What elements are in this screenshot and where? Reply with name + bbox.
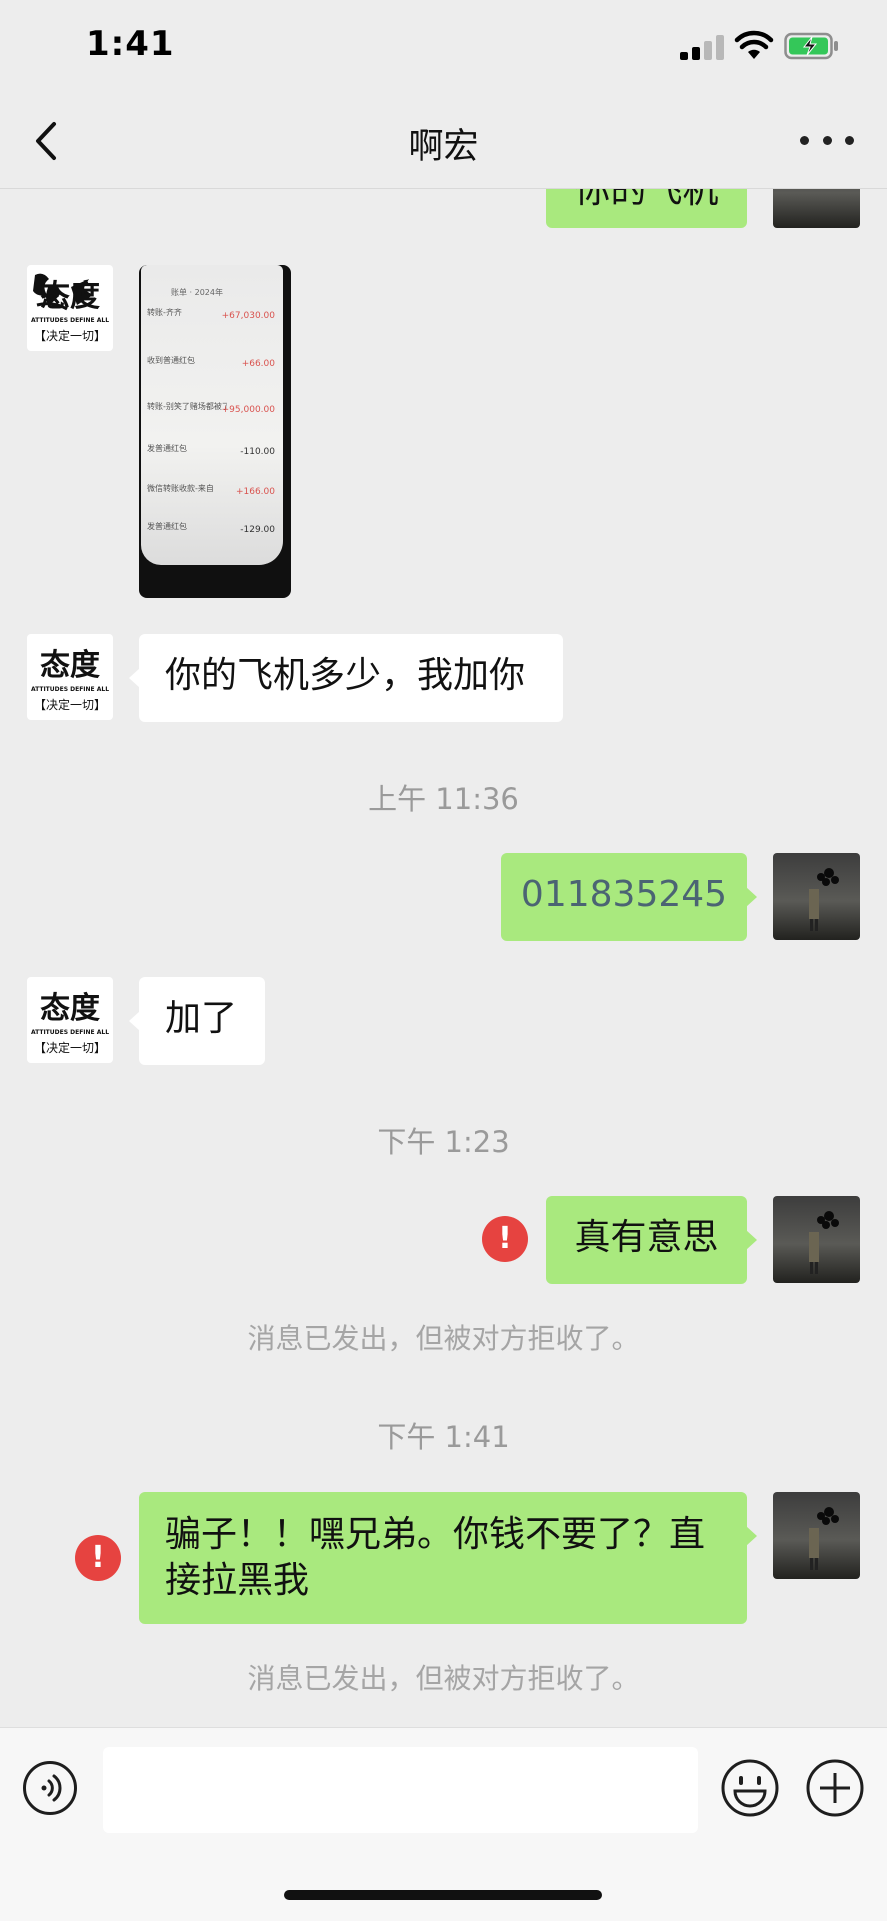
my-avatar[interactable] — [773, 853, 860, 940]
error-icon[interactable]: ! — [482, 1216, 528, 1262]
home-indicator — [284, 1890, 602, 1900]
photo-row: 发普通红包 -110.00 — [147, 443, 277, 475]
avatar-tagline-cn: 【决定一切】 — [33, 329, 106, 343]
photo-row: 微信转账收款-来自 +166.00 — [147, 483, 277, 515]
photo-row-amount: -129.00 — [240, 525, 275, 535]
photo-row-label: 转账-齐齐 — [147, 308, 182, 317]
contact-avatar[interactable]: 态度 ATTITUDES DEFINE ALL 【决定一切】 — [27, 977, 113, 1063]
timestamp: 下午 1:23 — [377, 1125, 510, 1159]
message-text: 真有意思 — [574, 1217, 719, 1258]
my-avatar[interactable] — [773, 1492, 860, 1579]
ellipsis-dot — [822, 135, 832, 145]
status-time: 1:41 — [86, 24, 175, 64]
photo-row: 收到普通红包 +66.00 — [147, 355, 277, 387]
nav-bar: 啊宏 — [0, 92, 887, 189]
plus-button[interactable] — [805, 1758, 865, 1818]
profile-photo-icon — [809, 1211, 839, 1274]
timestamp: 上午 11:36 — [368, 782, 519, 816]
message-text: 011835245 — [520, 874, 728, 915]
avatar-logo-text: 态度 — [40, 648, 100, 683]
photo-row-amount: +66.00 — [241, 359, 275, 369]
message-bubble-received[interactable]: 你的飞机多少，我加你 — [129, 634, 563, 722]
photo-row-label: 微信转账收款-来自 — [147, 484, 214, 493]
photo-row-label: 发普通红包 — [147, 522, 187, 531]
my-avatar[interactable] — [773, 1196, 860, 1283]
profile-photo-icon — [809, 868, 839, 931]
message-bubble-sent[interactable]: 骗子！！嘿兄弟。你钱不要了？直接拉黑我 — [139, 1492, 757, 1624]
avatar-tagline-cn: 【决定一切】 — [33, 1041, 106, 1055]
avatar-tagline-en: ATTITUDES DEFINE ALL — [30, 1029, 110, 1036]
ellipsis-dot — [845, 135, 854, 145]
photo-row-amount: +95,000.00 — [221, 405, 275, 415]
photo-row-amount: -110.00 — [240, 447, 275, 457]
profile-photo-icon — [809, 1507, 839, 1570]
voice-button[interactable] — [22, 1760, 78, 1816]
photo-row: 转账-别笑了赌场都被了 +95,000.00 — [147, 401, 277, 433]
rejection-notice: 消息已发出，但被对方拒收了。 — [247, 1322, 640, 1355]
photo-row: 发普通红包 -129.00 — [147, 521, 277, 553]
photo-row-label: 转账-别笑了赌场都被了 — [147, 402, 227, 411]
contact-avatar[interactable]: 态度 ATTITUDES DEFINE ALL 【决定一切】 — [27, 634, 113, 720]
photo-header: 账单 · 2024年 — [171, 288, 223, 297]
photo-screen: 账单 · 2024年 转账-齐齐 +67,030.00 收到普通红包 +66.0… — [141, 265, 283, 565]
message-text: 你的飞机多少，我加你 — [165, 655, 526, 696]
received-photo[interactable]: 账单 · 2024年 转账-齐齐 +67,030.00 收到普通红包 +66.0… — [139, 265, 291, 598]
message-text: 骗子！！嘿兄弟。你钱不要了？直接拉黑我 — [165, 1514, 706, 1601]
message-bubble-sent[interactable]: 011835245 — [501, 853, 757, 941]
battery-charging-icon — [784, 32, 838, 60]
avatar-tagline-en: ATTITUDES DEFINE ALL — [30, 686, 110, 693]
wifi-icon — [734, 30, 774, 59]
avatar-logo-text: 态度 — [40, 279, 100, 314]
avatar-logo-text: 态度 — [40, 991, 100, 1026]
timestamp: 下午 1:41 — [377, 1420, 510, 1454]
more-options-button[interactable] — [800, 130, 854, 150]
photo-row-label: 发普通红包 — [147, 444, 187, 453]
emoji-button[interactable] — [720, 1758, 780, 1818]
chat-title: 啊宏 — [408, 127, 479, 167]
message-bubble-received[interactable]: 加了 — [129, 977, 265, 1065]
cellular-signal-icon — [680, 34, 726, 60]
error-icon[interactable]: ! — [75, 1535, 121, 1581]
contact-avatar[interactable]: 态度 ATTITUDES DEFINE ALL 【决定一切】 — [27, 265, 113, 351]
ellipsis-dot — [800, 135, 809, 145]
message-bubble-sent[interactable]: 真有意思 — [546, 1196, 757, 1284]
avatar-tagline-en: ATTITUDES DEFINE ALL — [30, 317, 110, 324]
photo-row-amount: +67,030.00 — [221, 311, 275, 321]
photo-row-label: 收到普通红包 — [147, 356, 195, 365]
rejection-notice: 消息已发出，但被对方拒收了。 — [247, 1662, 640, 1695]
message-text: 加了 — [165, 998, 238, 1039]
photo-row: 转账-齐齐 +67,030.00 — [147, 307, 277, 339]
avatar-tagline-cn: 【决定一切】 — [33, 698, 106, 712]
photo-row-amount: +166.00 — [235, 487, 275, 497]
message-input[interactable] — [103, 1747, 698, 1833]
